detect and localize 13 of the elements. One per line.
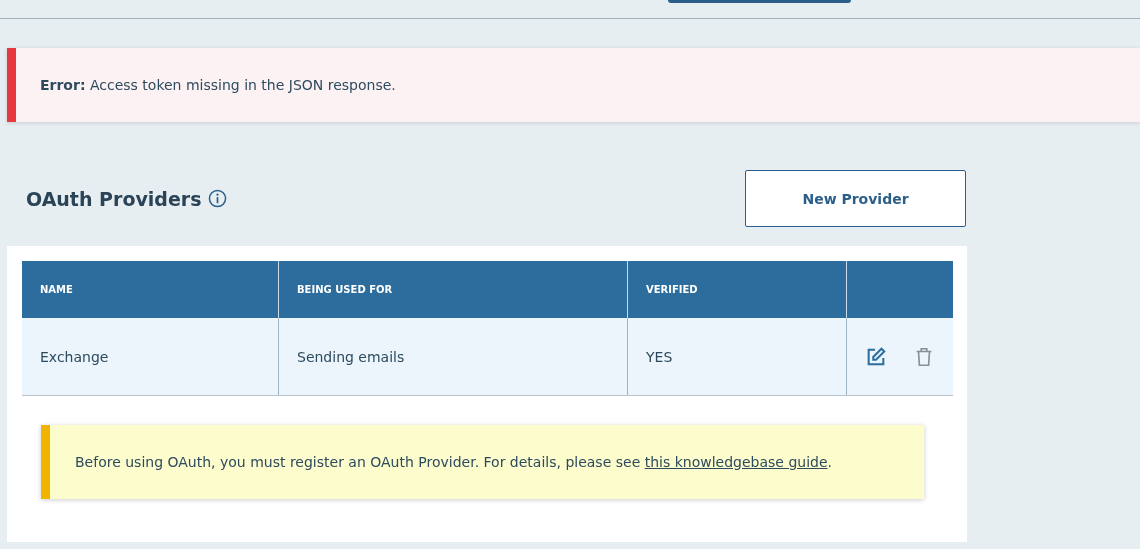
edit-icon[interactable] — [865, 345, 887, 368]
table-cell: Sending emails — [278, 318, 628, 396]
error-message: Error: Access token missing in the JSON response. — [40, 77, 396, 93]
info-icon[interactable] — [207, 189, 227, 208]
new-provider-button[interactable]: New Provider — [745, 170, 966, 227]
column-header: VERIFIED — [627, 261, 847, 318]
table-cell: Exchange — [22, 318, 279, 396]
table-cell: YES — [627, 318, 847, 396]
column-header: BEING USED FOR — [278, 261, 628, 318]
note-text: Before using OAuth, you must register an OAuth Provider. For details, please see this knowledgebase guide. — [75, 454, 832, 470]
knowledgebase-link[interactable]: this knowledgebase guide — [644, 454, 828, 470]
section-title: OAuth Providers — [26, 187, 202, 210]
column-header: NAME — [22, 261, 279, 318]
